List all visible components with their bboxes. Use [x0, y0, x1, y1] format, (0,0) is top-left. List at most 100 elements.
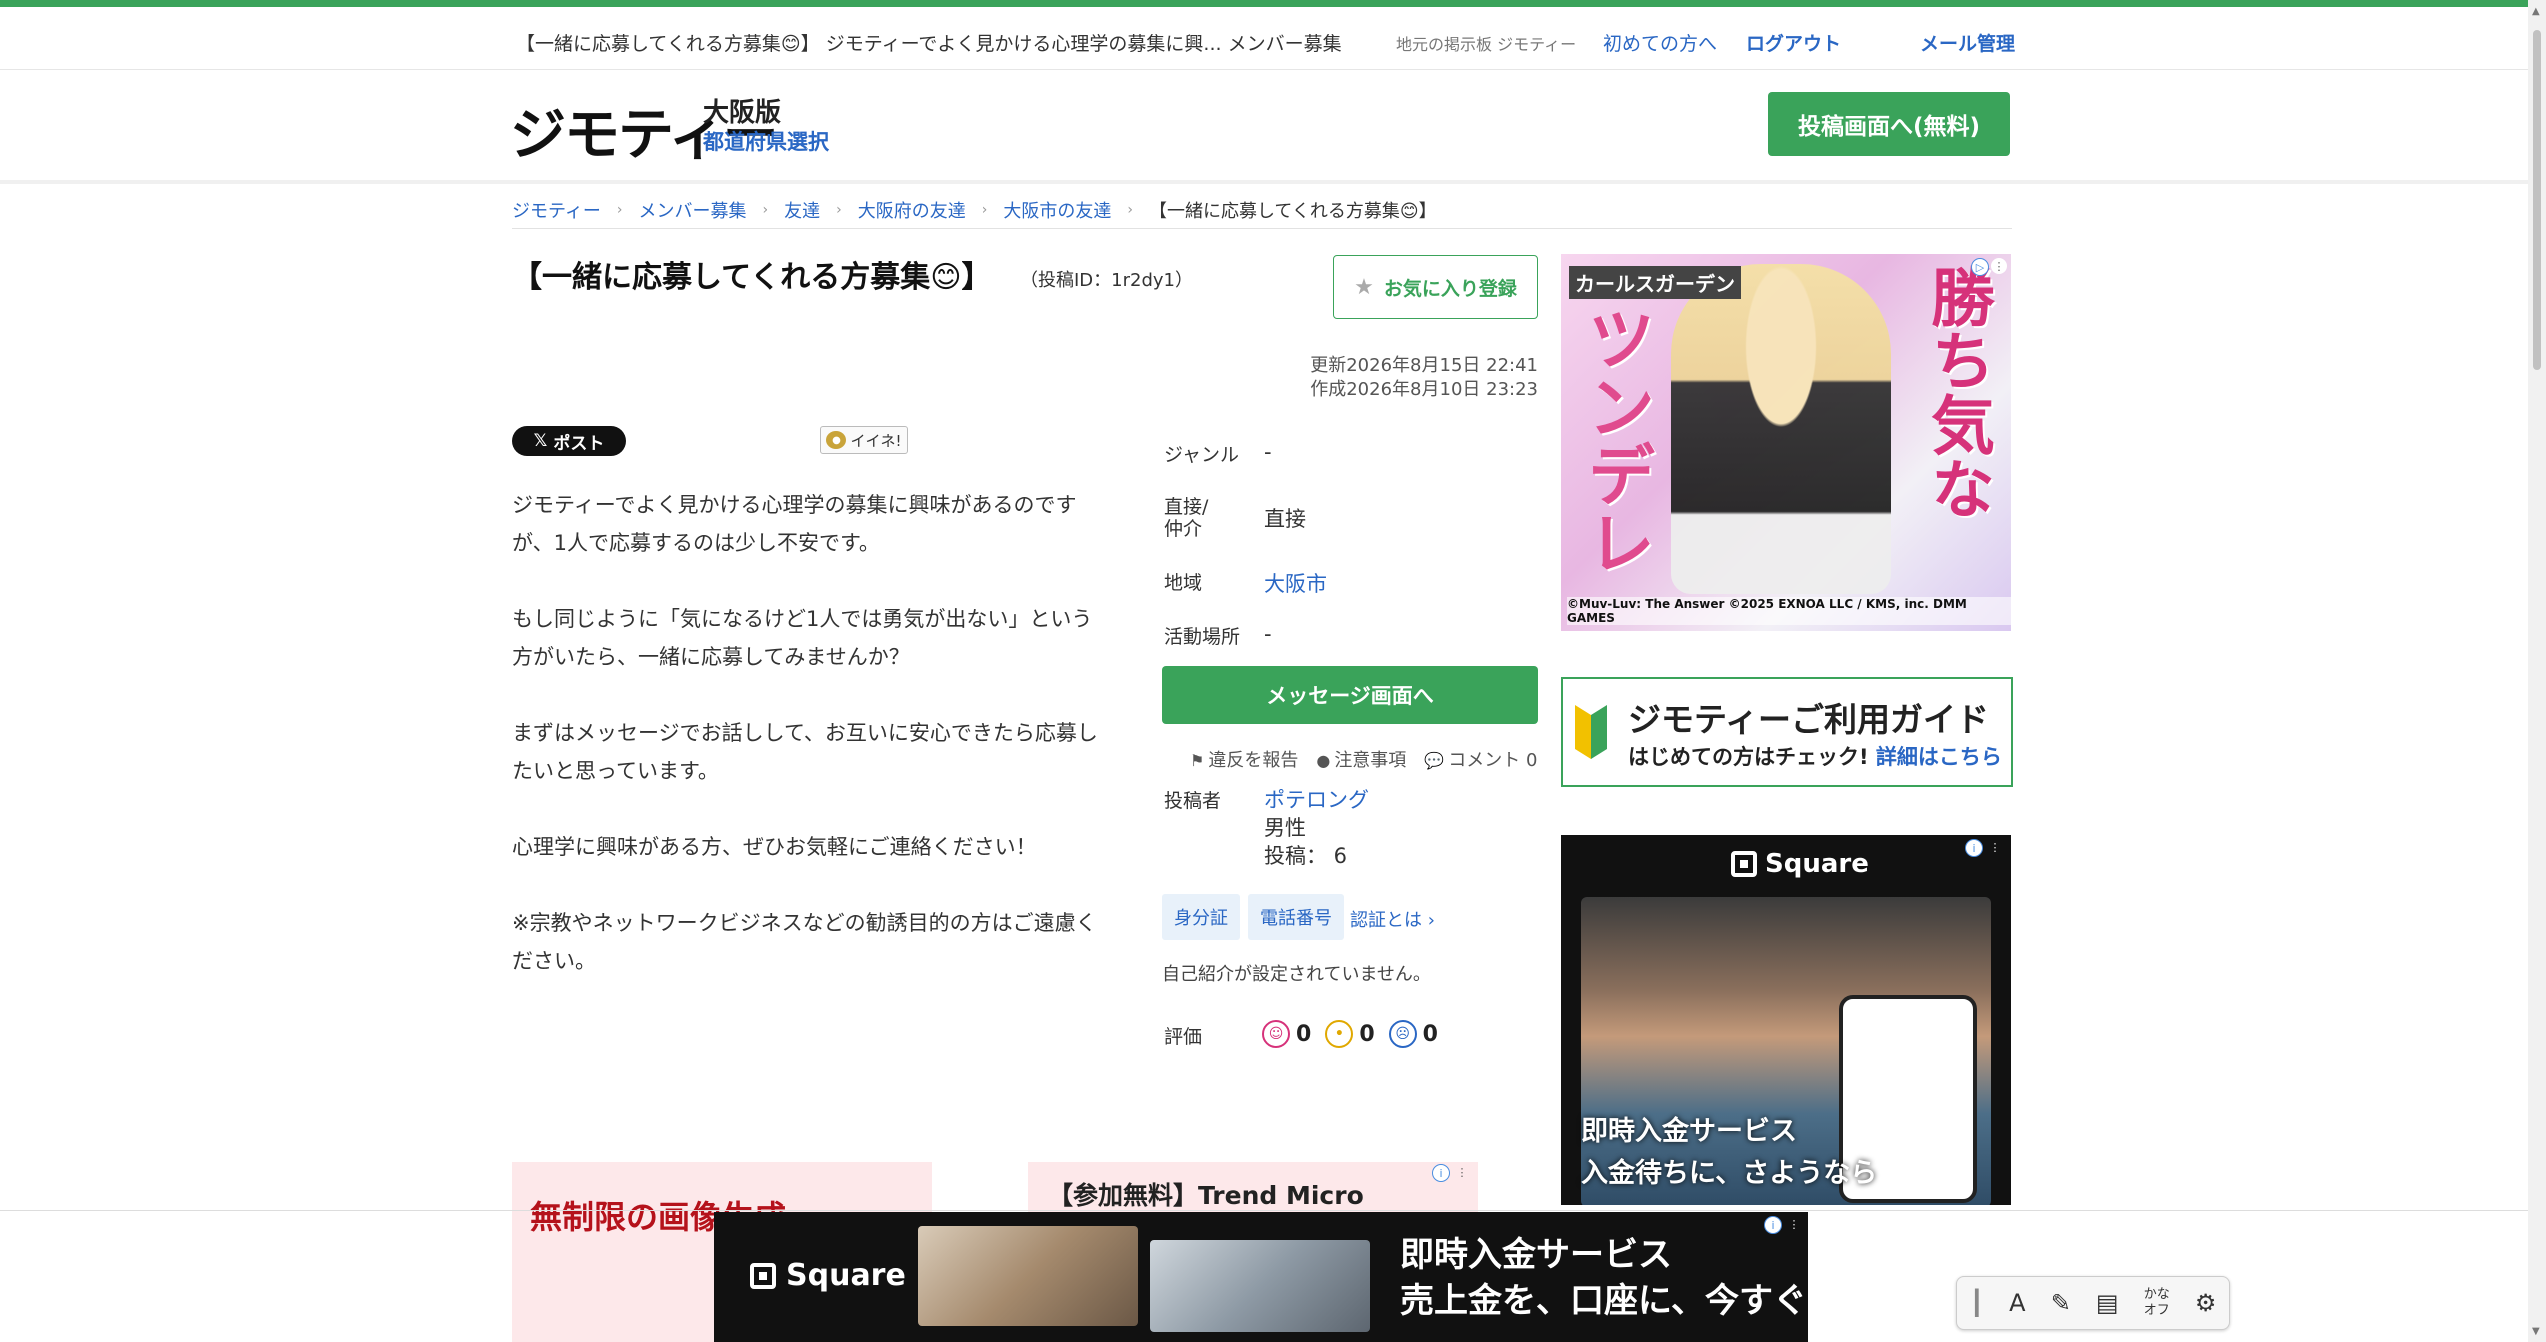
ad-headline-left: ツンデレ [1575, 304, 1654, 576]
report-label: 違反を報告 [1208, 750, 1299, 771]
topbar-tagline: 地元の掲示板 ジモティー [1396, 35, 1577, 54]
flag-icon: ⚑ [1190, 751, 1205, 770]
chevron-right-icon: › [836, 202, 842, 218]
comment-link[interactable]: 💬 コメント 0 [1424, 746, 1537, 772]
x-post-button[interactable]: 𝕏 ポスト [512, 426, 626, 456]
area-label: 地域 [1164, 572, 1203, 594]
ad-menu-icon[interactable]: ⋮ [1454, 1164, 1470, 1180]
sticky-square-ad[interactable]: Square 即時入金サービス 売上金を、口座に、今すぐ i ⋮ [714, 1212, 1808, 1342]
guide-detail-link[interactable]: 詳細はこちら [1876, 745, 2002, 769]
breadcrumb-osaka-pref-friends[interactable]: 大阪府の友達 [858, 197, 966, 223]
badge-phone: 電話番号 [1248, 894, 1344, 940]
badge-identity: 身分証 [1162, 894, 1240, 940]
report-link[interactable]: ⚑ 違反を報告 [1190, 746, 1298, 772]
scroll-down-icon[interactable]: ▼ [2532, 1326, 2540, 1337]
sticky-square-brand: Square [750, 1258, 906, 1293]
body-paragraph: まずはメッセージでお話しして、お互いに安心できたら応募したいと思っています。 [512, 721, 1098, 783]
ime-dictionary-icon[interactable]: ▤ [2096, 1289, 2119, 1317]
post-dates: 更新2026年8月15日 22:41 作成2026年8月10日 23:23 [1200, 354, 1538, 402]
guide-title: ジモティーご利用ガイド [1628, 700, 1990, 739]
square-ad-text: 即時入金サービス 入金待ちに、さようなら [1581, 1111, 1877, 1195]
chevron-right-icon: › [981, 202, 988, 218]
favorite-button[interactable]: ★ お気に入り登録 [1333, 255, 1538, 319]
iine-button[interactable]: ● イイネ! [820, 426, 908, 454]
sad-face-icon: ☹ [1388, 1020, 1417, 1048]
square-brand-name: Square [1765, 849, 1869, 879]
breadcrumb-current: 【一緒に応募してくれる方募集😊】 [1148, 201, 1437, 222]
ad-info-icon[interactable]: i [1764, 1216, 1782, 1234]
ad-headline-right: 勝ち気な [1920, 264, 1994, 520]
activity-value: - [1264, 622, 1272, 646]
topbar-page-heading: 【一緒に応募してくれる方募集😊】 ジモティーでよく見かける心理学の募集に興...… [516, 33, 1342, 55]
mail-management-link[interactable]: メール管理 [1920, 29, 2015, 56]
square-ad[interactable]: Square 即時入金サービス 入金待ちに、さようなら i ⋮ [1561, 835, 2011, 1205]
sticky-ad-text: 即時入金サービス 売上金を、口座に、今すぐ [1400, 1232, 1807, 1324]
square-brand: Square [1731, 849, 1869, 879]
favorite-label: お気に入り登録 [1383, 277, 1517, 300]
chevron-right-icon: › [1127, 202, 1133, 218]
breadcrumb-jmty[interactable]: ジモティー [512, 197, 601, 223]
ad-menu-icon[interactable]: ⋮ [1991, 258, 2007, 274]
ad-info-icon[interactable]: i [1965, 839, 1983, 857]
created-date: 作成2026年8月10日 23:23 [1310, 379, 1538, 400]
ime-handle-icon[interactable]: ┃ [1970, 1289, 1984, 1317]
breadcrumb-member[interactable]: メンバー募集 [639, 197, 747, 223]
first-time-link[interactable]: 初めての方へ [1603, 29, 1717, 56]
ime-settings-gear-icon[interactable]: ⚙ [2195, 1289, 2217, 1317]
poster-post-count: 投稿： 6 [1264, 844, 1348, 868]
ad-info-icon[interactable]: i [1432, 1164, 1450, 1182]
area-link[interactable]: 大阪市 [1264, 568, 1327, 598]
anime-game-ad[interactable]: カールスガーデン 勝ち気な ツンデレ ©Muv-Luv: The Answer … [1561, 254, 2011, 631]
ad-character-image [1671, 264, 1891, 594]
card-payment-image [918, 1226, 1138, 1326]
square-logo-icon [750, 1262, 776, 1289]
ad-menu-icon[interactable]: ⋮ [1987, 839, 2003, 855]
verification-info-link[interactable]: 認証とは › [1350, 906, 1435, 932]
top-accent-strip [0, 0, 2546, 7]
sticky-divider [0, 1210, 2528, 1211]
breadcrumb-friends[interactable]: 友達 [784, 197, 820, 223]
neutral-face-icon: • [1325, 1020, 1354, 1048]
report-row: ⚑ 違反を報告 ● 注意事項 💬 コメント 0 [1190, 746, 1537, 772]
ime-kana-bottom: オフ [2143, 1303, 2170, 1318]
ime-kana-toggle[interactable]: かな オフ [2144, 1287, 2170, 1319]
ad-choices-icon[interactable]: ▷ [1971, 258, 1989, 276]
rating-good-count: 0 [1296, 1021, 1312, 1047]
message-button[interactable]: メッセージ画面へ [1162, 666, 1538, 724]
breadcrumb-osaka-city-friends[interactable]: 大阪市の友達 [1003, 197, 1111, 223]
scroll-thumb[interactable] [2533, 30, 2541, 370]
ime-kana-top: かな [2143, 1287, 2170, 1302]
square-logo-icon [1731, 851, 1757, 877]
direct-label-line2: 仲介 [1164, 518, 1203, 540]
scroll-up-icon[interactable]: ▲ [2532, 6, 2540, 17]
top-bar: 【一緒に応募してくれる方募集😊】 ジモティーでよく見かける心理学の募集に興...… [0, 7, 2546, 70]
ime-handwriting-icon[interactable]: ✎ [2051, 1289, 2071, 1317]
comment-icon: 💬 [1424, 751, 1445, 770]
iine-label: イイネ! [850, 431, 902, 450]
usage-guide-banner[interactable]: ジモティーご利用ガイド はじめての方はチェック! 詳細はこちら [1561, 677, 2013, 787]
page-scrollbar[interactable]: ▲ ▼ [2528, 0, 2546, 1342]
x-logo-icon: 𝕏 [533, 431, 548, 451]
site-header: ジモティー 大阪版 都道府県選択 投稿画面へ(無料) [0, 70, 2546, 184]
notice-label: 注意事項 [1334, 750, 1407, 771]
post-ad-button[interactable]: 投稿画面へ(無料) [1768, 92, 2010, 156]
notice-link[interactable]: ● 注意事項 [1316, 746, 1406, 772]
direct-label: 直接/ 仲介 [1164, 496, 1208, 540]
rating-normal-count: 0 [1359, 1021, 1375, 1047]
chevron-right-icon: › [762, 202, 769, 218]
breadcrumb: ジモティー › メンバー募集 › 友達 › 大阪府の友達 › 大阪市の友達 › … [512, 192, 2012, 229]
square-ad-line2: 入金待ちに、さようなら [1581, 1158, 1878, 1189]
guide-sub-text: はじめての方はチェック! [1628, 745, 1869, 769]
logout-link[interactable]: ログアウト [1746, 29, 1841, 56]
post-id: （投稿ID：1r2dy1） [1020, 270, 1194, 291]
prefecture-select-link[interactable]: 都道府県選択 [703, 126, 829, 156]
activity-label: 活動場所 [1164, 626, 1241, 648]
ime-font-icon[interactable]: A [2009, 1289, 2025, 1317]
post-title: 【一緒に応募してくれる方募集😊】 [512, 260, 992, 295]
post-body: ジモティーでよく見かける心理学の募集に興味があるのですが、1人で応募するのは少し… [512, 486, 1112, 1018]
guide-subtitle: はじめての方はチェック! 詳細はこちら [1628, 741, 2002, 771]
poster-name-link[interactable]: ポテロング [1264, 784, 1369, 814]
edition-label: 大阪版 [703, 98, 782, 128]
x-post-label: ポスト [553, 433, 605, 454]
ad-menu-icon[interactable]: ⋮ [1786, 1216, 1802, 1232]
